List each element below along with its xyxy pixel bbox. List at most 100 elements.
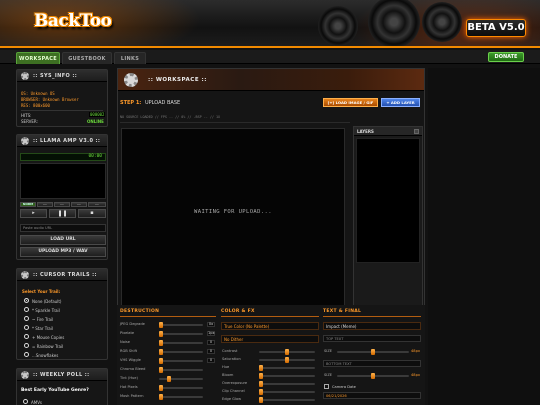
nav-bar: WORKSPACE GUESTBOOK LINKS bbox=[0, 50, 540, 64]
dither-select[interactable]: No Dither bbox=[221, 335, 319, 343]
destruction-slider-knob[interactable] bbox=[159, 358, 163, 364]
destruction-slider-knob[interactable] bbox=[159, 385, 163, 391]
colorfx-slider-knob[interactable] bbox=[259, 373, 263, 379]
speaker-graphic bbox=[422, 2, 462, 42]
destruction-value: 0 bbox=[207, 340, 215, 345]
destruction-slider-track[interactable] bbox=[159, 360, 203, 362]
destruction-label: Mosh Pattern bbox=[120, 394, 144, 398]
trail-radio[interactable] bbox=[24, 325, 29, 330]
trail-radio[interactable] bbox=[24, 343, 29, 348]
site-logo[interactable]: BackToo bbox=[34, 11, 112, 31]
destruction-slider-knob[interactable] bbox=[167, 376, 171, 382]
time-readout: 00:00 bbox=[88, 154, 102, 159]
load-url-button[interactable]: LOAD URL bbox=[20, 235, 106, 245]
colorfx-slider-track[interactable] bbox=[259, 383, 315, 385]
destruction-slider-knob[interactable] bbox=[159, 394, 163, 400]
pause-button[interactable]: ❚❚ bbox=[49, 209, 76, 218]
trail-option-label: * Star Trail bbox=[32, 326, 53, 331]
eq-button[interactable]: ... bbox=[37, 202, 53, 207]
next-button[interactable]: ▪ bbox=[78, 209, 106, 218]
size-slider-knob[interactable] bbox=[371, 349, 375, 355]
hits-counter: 000002 bbox=[89, 112, 106, 117]
tab-workspace[interactable]: WORKSPACE bbox=[16, 52, 60, 64]
colorfx-slider-knob[interactable] bbox=[285, 357, 289, 363]
collapse-icon[interactable] bbox=[414, 129, 419, 134]
destruction-slider-track[interactable] bbox=[159, 378, 203, 380]
destruction-label: JPEG Degrade bbox=[120, 322, 145, 326]
size-label: SIZE bbox=[324, 349, 333, 353]
colorfx-label: Edge Glow bbox=[222, 397, 242, 401]
cursor-trails-panel: :: CURSOR TRAILS :: Select Your Trail: N… bbox=[16, 268, 108, 360]
eq-button[interactable]: NORM bbox=[20, 202, 36, 207]
upload-audio-button[interactable]: UPLOAD MP3 / WAV bbox=[20, 247, 106, 257]
prev-button[interactable]: ▸ bbox=[20, 209, 47, 218]
colorfx-title: COLOR & FX bbox=[221, 309, 255, 314]
donate-button[interactable]: DONATE bbox=[488, 52, 524, 62]
workspace-title: :: WORKSPACE :: bbox=[148, 77, 207, 83]
trail-option-label: None (Default) bbox=[32, 299, 62, 304]
destruction-label: Hot Pixels bbox=[120, 385, 138, 389]
destruction-slider-track[interactable] bbox=[159, 387, 203, 389]
date-input[interactable]: 06/21/2026 bbox=[323, 392, 421, 399]
audio-url-input[interactable]: Paste audio URL bbox=[20, 224, 106, 232]
destruction-slider-knob[interactable] bbox=[159, 340, 163, 346]
destruction-value: 0x bbox=[207, 322, 215, 327]
eq-button[interactable]: ... bbox=[88, 202, 106, 207]
trail-radio[interactable] bbox=[24, 316, 29, 321]
llama-amp-title: :: LLAMA AMP V3.0 :: bbox=[17, 135, 107, 147]
destruction-slider-knob[interactable] bbox=[159, 367, 163, 373]
poll-option-radio[interactable] bbox=[23, 399, 28, 404]
layers-title: LAYERS bbox=[357, 129, 374, 134]
destruction-slider-track[interactable] bbox=[159, 396, 203, 398]
destruction-label: Pixelate bbox=[120, 331, 135, 335]
destruction-slider-track[interactable] bbox=[159, 369, 203, 371]
colorfx-slider-track[interactable] bbox=[259, 399, 315, 401]
destruction-slider-track[interactable] bbox=[159, 324, 203, 326]
size2-slider-knob[interactable] bbox=[371, 373, 375, 379]
trail-option-label: * Sparkle Trail bbox=[32, 308, 60, 313]
llama-amp-panel: :: LLAMA AMP V3.0 :: 00:00 NORM ... ... … bbox=[16, 134, 108, 260]
destruction-slider-track[interactable] bbox=[159, 342, 203, 344]
trail-radio[interactable] bbox=[24, 352, 29, 357]
camera-date-checkbox[interactable] bbox=[324, 384, 329, 389]
destruction-slider-knob[interactable] bbox=[159, 331, 163, 337]
destruction-slider-track[interactable] bbox=[159, 351, 203, 353]
gear-icon bbox=[21, 72, 29, 80]
colorfx-label: Clip Channel bbox=[222, 389, 245, 393]
add-layer-button[interactable]: + ADD LAYER bbox=[381, 98, 420, 107]
destruction-slider-track[interactable] bbox=[159, 333, 203, 335]
gear-icon bbox=[21, 371, 29, 379]
palette-select[interactable]: True Color (No Palette) bbox=[221, 322, 319, 330]
trail-radio[interactable] bbox=[24, 307, 29, 312]
top-text-input[interactable]: TOP TEXT bbox=[323, 335, 421, 342]
colorfx-slider-track[interactable] bbox=[259, 367, 315, 369]
gear-icon bbox=[124, 73, 138, 87]
colorfx-slider-knob[interactable] bbox=[285, 349, 289, 355]
colorfx-slider-knob[interactable] bbox=[259, 389, 263, 395]
trail-option-label: + Mouse Copies bbox=[32, 335, 65, 340]
destruction-slider-knob[interactable] bbox=[159, 322, 163, 328]
colorfx-slider-track[interactable] bbox=[259, 391, 315, 393]
tab-links[interactable]: LINKS bbox=[114, 52, 146, 64]
colorfx-slider-knob[interactable] bbox=[259, 365, 263, 371]
font-select[interactable]: Impact (Meme) bbox=[323, 322, 421, 330]
trail-option-label: ~ Fire Trail bbox=[32, 317, 54, 322]
trail-radio[interactable] bbox=[24, 334, 29, 339]
colorfx-slider-track[interactable] bbox=[259, 375, 315, 377]
speaker-graphic bbox=[318, 6, 358, 46]
eq-button[interactable]: ... bbox=[54, 202, 70, 207]
camera-date-label: Camera Date bbox=[332, 385, 356, 389]
trail-prompt: Select Your Trail: bbox=[22, 289, 61, 294]
destruction-slider-knob[interactable] bbox=[159, 349, 163, 355]
tab-guestbook[interactable]: GUESTBOOK bbox=[62, 52, 112, 64]
sysinfo-title: :: SYS_INFO :: bbox=[17, 70, 107, 82]
bottom-text-input[interactable]: BOTTOM TEXT bbox=[323, 360, 421, 367]
colorfx-label: Bloom bbox=[222, 373, 234, 377]
colorfx-slider-knob[interactable] bbox=[259, 381, 263, 387]
load-image-button[interactable]: [+] LOAD IMAGE / GIF bbox=[323, 98, 378, 107]
colorfx-slider-knob[interactable] bbox=[259, 397, 263, 403]
eq-button[interactable]: ... bbox=[71, 202, 87, 207]
trail-radio[interactable] bbox=[24, 298, 29, 303]
step-text: UPLOAD BASE bbox=[145, 100, 181, 106]
hits-label: HITS: bbox=[21, 113, 32, 118]
